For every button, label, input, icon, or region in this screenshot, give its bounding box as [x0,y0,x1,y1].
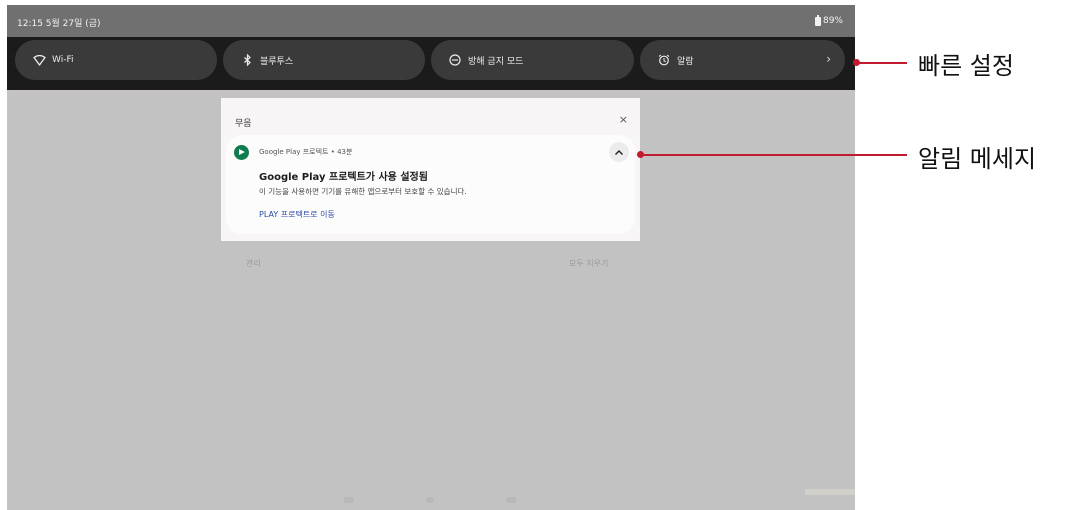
notification-annotation: 알림 메세지 [918,145,1037,173]
tile-alarm[interactable]: 알람 › [640,40,845,80]
do-not-disturb-icon [448,53,462,67]
quick-settings-bar: Wi-Fi 블루투스 방해 금지 모드 알람 › [7,37,855,90]
nav-home-hint [426,497,434,503]
clear-all-button[interactable]: 모두 지우기 [569,258,608,269]
close-icon[interactable]: × [619,113,628,126]
alarm-icon [657,53,671,67]
notification-title: Google Play 프로텍트가 사용 설정됨 [259,172,428,183]
notification-callout-line [641,154,907,156]
tile-label: 방해 금지 모드 [468,56,524,67]
notification-callout-dot [637,151,644,158]
battery-indicator: 89% [814,14,843,26]
silent-section-title: 무음 [235,119,252,129]
notification-meta: Google Play 프로텍트 • 43분 [259,148,353,156]
wifi-icon [32,53,46,67]
play-protect-action-link[interactable]: PLAY 프로텍트로 이동 [259,209,335,220]
status-time: 12:15 5월 27일 (금) [17,19,101,29]
play-protect-icon [234,145,249,160]
tile-label: 블루투스 [260,56,294,67]
manage-button[interactable]: 관리 [246,258,261,269]
chevron-right-icon[interactable]: › [826,52,831,66]
tile-label: Wi-Fi [52,55,74,65]
scroll-hint [805,489,855,495]
quick-settings-callout-line [857,62,907,64]
tablet-screen: 12:15 5월 27일 (금) 89% Wi-Fi 블루투스 방해 금지 모드 [7,5,855,510]
quick-settings-annotation: 빠른 설정 [918,52,1014,80]
collapse-button[interactable] [609,142,629,162]
battery-icon [814,14,821,26]
notification-panel: 무음 × Google Play 프로텍트 • 43분 Google Play … [221,98,640,241]
status-bar: 12:15 5월 27일 (금) 89% [7,5,855,37]
tile-wifi[interactable]: Wi-Fi [15,40,217,80]
battery-level: 89% [822,16,843,26]
tile-bluetooth[interactable]: 블루투스 [223,40,425,80]
notification-body: 이 기능을 사용하면 기기를 유해한 앱으로부터 보호할 수 있습니다. [259,187,467,196]
tile-label: 알람 [677,56,694,67]
quick-settings-callout-dot [853,59,860,66]
bluetooth-icon [240,53,254,67]
tile-do-not-disturb[interactable]: 방해 금지 모드 [431,40,634,80]
nav-back-hint [344,497,354,503]
nav-recents-hint [506,497,516,503]
notification-card[interactable]: Google Play 프로텍트 • 43분 Google Play 프로텍트가… [226,135,635,234]
chevron-up-icon [615,149,623,155]
